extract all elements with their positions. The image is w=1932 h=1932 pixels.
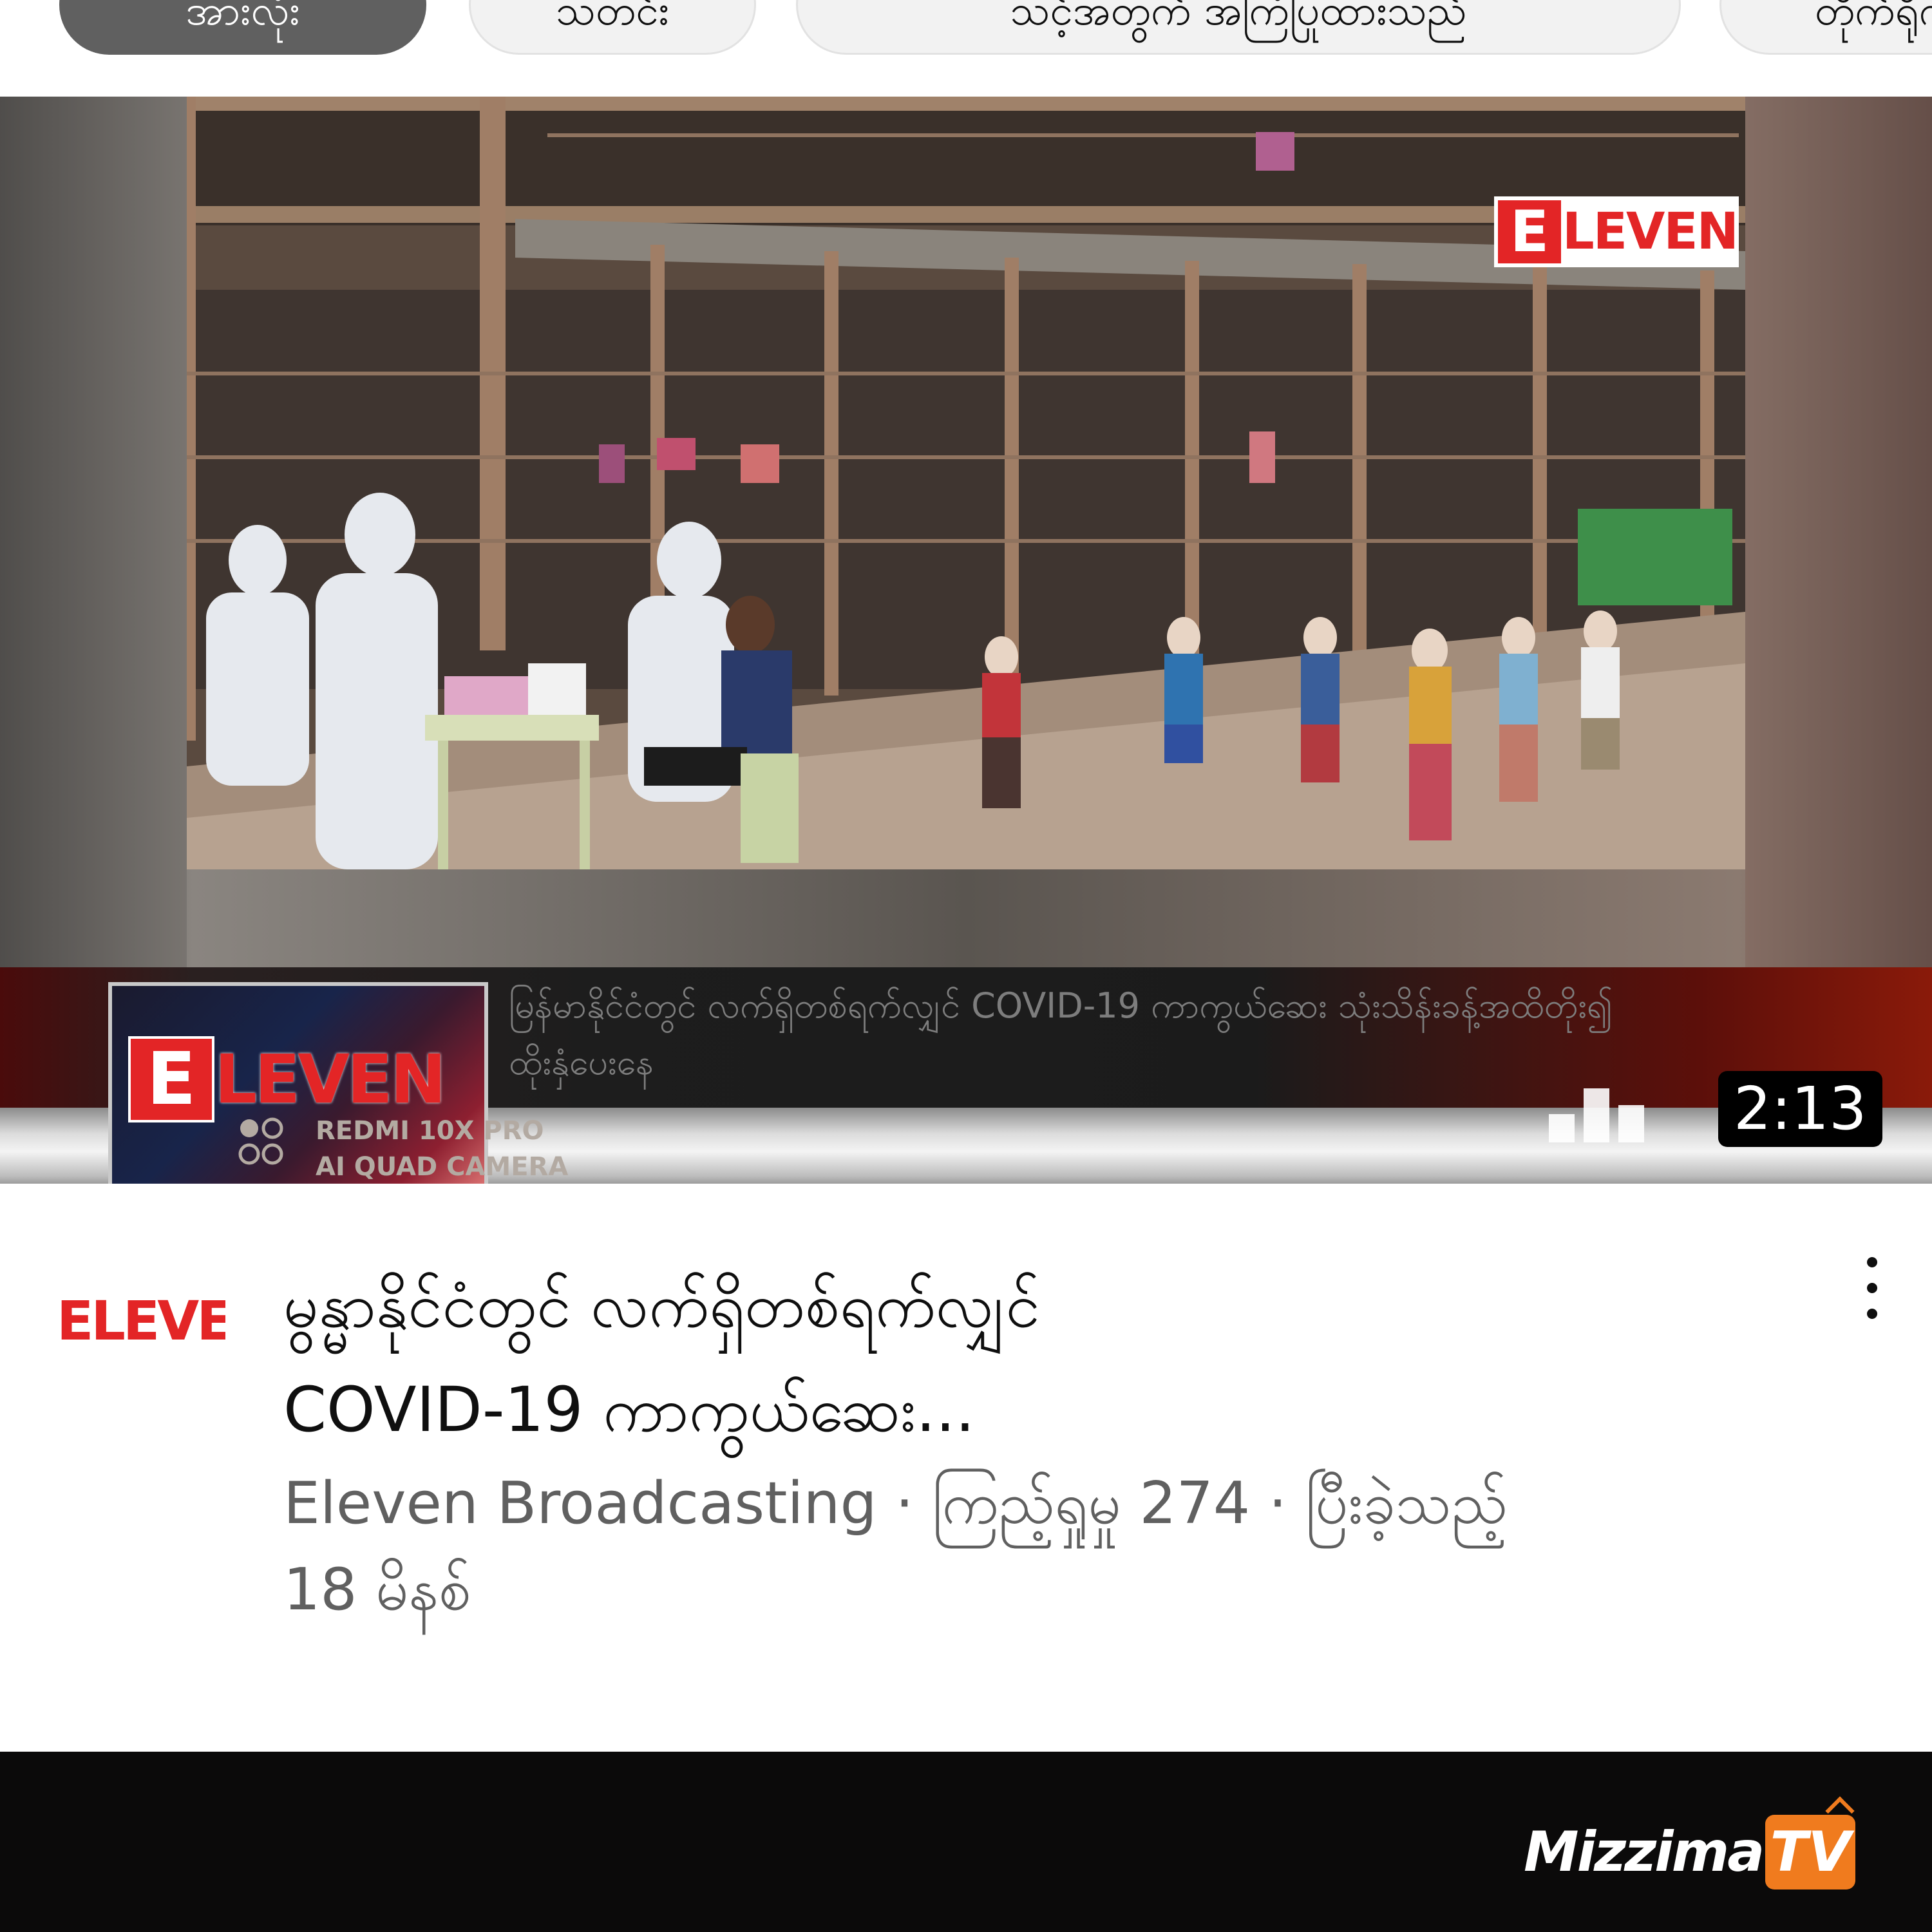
video-metadata: Eleven Broadcasting · ကြည့်ရှုမှု 274 · …: [283, 1461, 1816, 1633]
chip-all[interactable]: အားလုံး: [59, 0, 426, 55]
video-title[interactable]: မွန္မာနိုင်ငံတွင် လက်ရှိတစ်ရက်လျှင် COVI…: [283, 1253, 1803, 1462]
channel-avatar[interactable]: ELEVEN: [57, 1288, 225, 1350]
eleven-watermark-logo: E LEVEN: [1494, 196, 1739, 267]
mizzima-tv-logo: Mizzima TV: [1524, 1807, 1856, 1897]
trending-bars-icon: [1549, 1088, 1644, 1142]
video-title-line-2: COVID-19 ကာကွယ်ဆေး...: [283, 1374, 975, 1446]
camera-watermark-line-1: REDMI 10X PRO: [316, 1116, 544, 1146]
mizzima-logo-text: Mizzima: [1524, 1820, 1765, 1884]
ticker-line-2: ထိုးနှံပေးနေ: [509, 1042, 654, 1083]
banner-logo-initial: E: [128, 1036, 214, 1122]
video-thumbnail[interactable]: E LEVEN E LEVEN မြန်မာနိုင်ငံတွင် လက်ရှိ…: [0, 97, 1932, 1184]
banner-logo-text: LEVEN: [214, 1040, 446, 1119]
camera-watermark-line-2: AI QUAD CAMERA: [316, 1152, 569, 1182]
chip-live[interactable]: တိုက်ရိုက်: [1719, 0, 1932, 55]
video-meta-line-2: 18 မိနစ်: [283, 1556, 471, 1624]
channel-avatar-text: ELEVEN: [57, 1289, 225, 1350]
video-duration-badge: 2:13: [1718, 1071, 1882, 1147]
video-title-line-1: မွန္မာနိုင်ငံတွင် လက်ရှိတစ်ရက်လျှင်: [283, 1269, 1041, 1341]
video-meta-line-1: Eleven Broadcasting · ကြည့်ရှုမှု 274 · …: [283, 1470, 1508, 1537]
camera-watermark: REDMI 10X PRO AI QUAD CAMERA: [316, 1113, 568, 1184]
watermark-logo-initial: E: [1498, 200, 1561, 263]
chip-news[interactable]: သတင်း: [469, 0, 756, 55]
chip-recommended[interactable]: သင့်အတွက် အကြံပြုထားသည်: [796, 0, 1681, 55]
kebab-menu-icon[interactable]: [1855, 1249, 1887, 1327]
news-ticker-text: မြန်မာနိုင်ငံတွင် လက်ရှိတစ်ရက်လျှင် COVI…: [509, 978, 1893, 1091]
mizzima-tv-badge: TV: [1765, 1815, 1856, 1889]
watermark-logo-text: LEVEN: [1562, 203, 1739, 261]
ticker-line-1: မြန်မာနိုင်ငံတွင် လက်ရှိတစ်ရက်လျှင် COVI…: [509, 985, 1613, 1026]
filter-chip-bar: အားလုံး သတင်း သင့်အတွက် အကြံပြုထားသည် တိ…: [0, 0, 1932, 97]
camera-lens-icon: [238, 1117, 283, 1165]
